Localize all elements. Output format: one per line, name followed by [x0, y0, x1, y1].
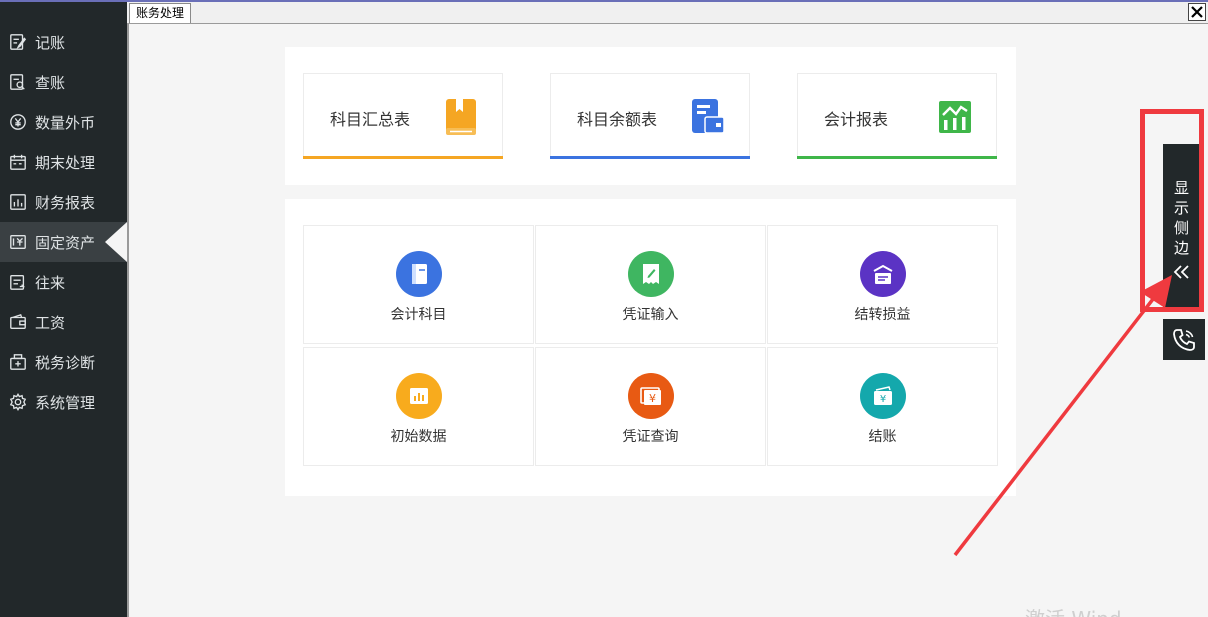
edit-icon: [8, 32, 28, 52]
functions-panel: 会计科目 凭证输入 结转损益 初始数据 ¥ 凭证查询 ¥ 结账: [285, 199, 1016, 496]
voucher-yen-icon: ¥: [639, 387, 661, 405]
wallet-icon: [8, 312, 28, 332]
chart-icon: [8, 192, 28, 212]
sidebar-item-label: 工资: [35, 313, 66, 332]
report-card-subject-summary[interactable]: 科目汇总表: [303, 73, 503, 159]
book-icon: [411, 264, 427, 284]
report-card-underline: [550, 156, 750, 159]
function-label: 初始数据: [390, 429, 447, 445]
sidebar-item-label: 记账: [35, 33, 66, 52]
wallet-card-icon: [692, 99, 725, 134]
sidebar: 记账 查账 数量外币 期末处理 财务报表 固定资产 往来 工资 税务诊断 系统管…: [0, 0, 127, 617]
close-tab-button[interactable]: [1188, 3, 1206, 21]
gear-icon: [8, 392, 28, 412]
function-initial-data[interactable]: 初始数据: [303, 347, 534, 466]
annotation-arrow: [953, 275, 1172, 557]
tab-accounting[interactable]: 账务处理: [129, 3, 192, 23]
calendar-icon: [8, 152, 28, 172]
sidebar-item-label: 财务报表: [35, 193, 96, 212]
function-icon-circle: [395, 373, 442, 419]
activation-watermark: 激活 Wind: [1025, 603, 1122, 617]
report-card-underline: [797, 156, 997, 159]
report-cards-panel: 科目汇总表 科目余额表 会计报表: [285, 47, 1016, 185]
sidebar-item-bookkeeping[interactable]: 记账: [0, 22, 127, 62]
function-label: 凭证查询: [622, 429, 679, 445]
function-accounting-subjects[interactable]: 会计科目: [303, 225, 534, 344]
sidebar-item-label: 税务诊断: [35, 353, 96, 372]
book-icon: [446, 99, 476, 135]
transfer-icon: [873, 264, 892, 284]
voucher-edit-icon: [642, 264, 659, 284]
sidebar-item-label: 期末处理: [35, 153, 96, 172]
function-icon-circle: ¥: [859, 373, 906, 419]
function-icon-circle: [627, 251, 674, 297]
report-card-subject-balance[interactable]: 科目余额表: [550, 73, 750, 159]
sidebar-item-payroll[interactable]: 工资: [0, 302, 127, 342]
report-card-underline: [303, 156, 503, 159]
function-icon-circle: ¥: [627, 373, 674, 419]
content-left-border: [127, 24, 129, 617]
sidebar-item-system-management[interactable]: 系统管理: [0, 382, 127, 422]
report-card-label: 会计报表: [824, 110, 889, 129]
yen-wallet-icon: ¥: [873, 386, 892, 405]
yen-circle-icon: [8, 112, 28, 132]
function-icon-circle: [395, 251, 442, 297]
sidebar-item-label: 往来: [35, 273, 66, 292]
sidebar-item-receivables[interactable]: 往来: [0, 262, 127, 302]
report-card-label: 科目余额表: [577, 110, 658, 129]
close-icon: [1191, 6, 1203, 18]
tab-bar: 账务处理: [127, 0, 1208, 24]
chart-bar-icon: [939, 101, 971, 133]
sidebar-item-period-end[interactable]: 期末处理: [0, 142, 127, 182]
exchange-icon: [8, 272, 28, 292]
sidebar-top-line: [0, 0, 127, 2]
search-doc-icon: [8, 72, 28, 92]
function-label: 会计科目: [390, 307, 447, 323]
report-card-accounting-reports[interactable]: 会计报表: [797, 73, 997, 159]
sidebar-item-fixed-assets[interactable]: 固定资产: [0, 222, 127, 262]
tax-icon: [8, 352, 28, 372]
svg-text:¥: ¥: [649, 392, 656, 405]
sidebar-item-label: 系统管理: [35, 393, 96, 412]
sidebar-item-label: 查账: [35, 73, 66, 92]
asset-icon: [8, 232, 28, 252]
function-label: 凭证输入: [622, 307, 679, 323]
sidebar-item-check-accounts[interactable]: 查账: [0, 62, 127, 102]
function-voucher-input[interactable]: 凭证输入: [535, 225, 766, 344]
sidebar-item-quantity-foreign[interactable]: 数量外币: [0, 102, 127, 142]
sidebar-item-financial-reports[interactable]: 财务报表: [0, 182, 127, 222]
sidebar-item-label: 数量外币: [35, 113, 96, 132]
function-icon-circle: [859, 251, 906, 297]
report-card-label: 科目汇总表: [330, 110, 411, 129]
sidebar-item-label: 固定资产: [35, 233, 96, 252]
sidebar-item-tax-diagnosis[interactable]: 税务诊断: [0, 342, 127, 382]
svg-text:¥: ¥: [879, 394, 885, 405]
data-chart-icon: [409, 388, 428, 404]
function-voucher-query[interactable]: ¥ 凭证查询: [535, 347, 766, 466]
